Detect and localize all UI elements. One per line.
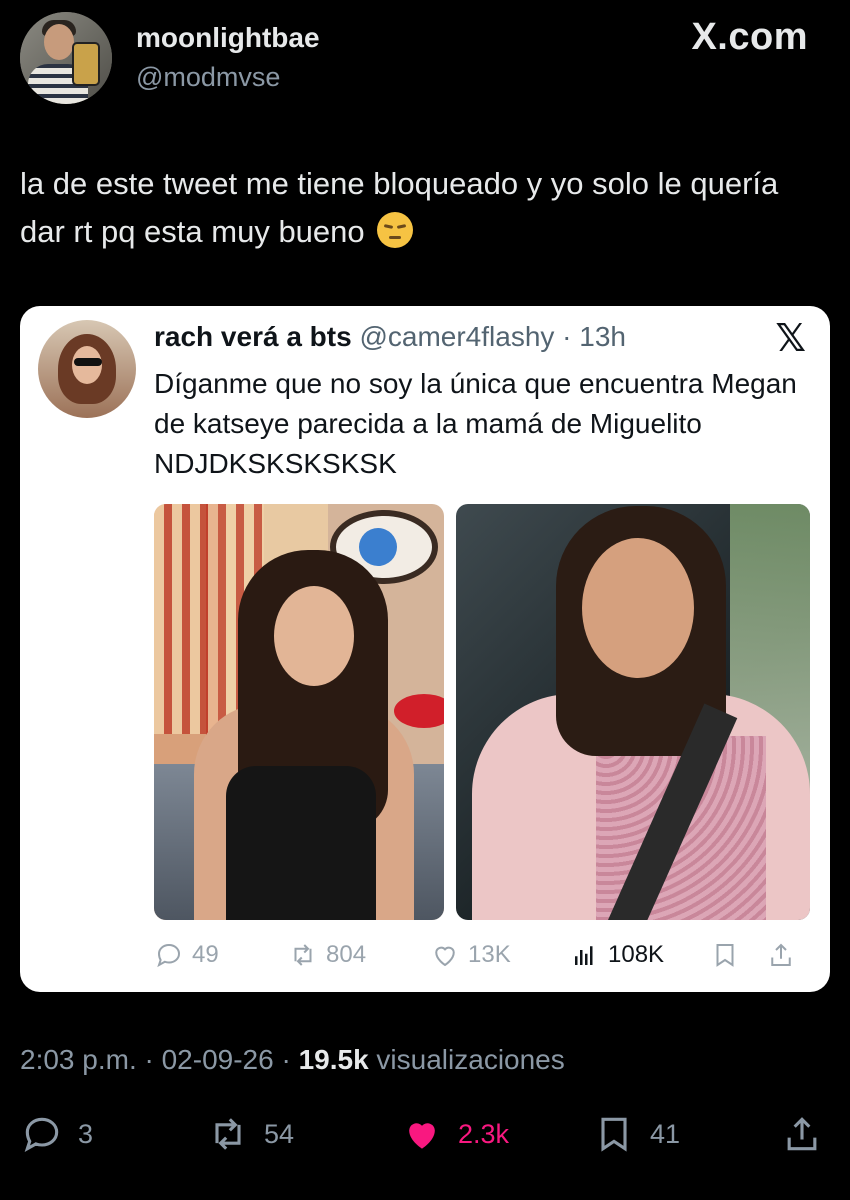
like-button[interactable]: 2.3k bbox=[400, 1112, 509, 1156]
share-button[interactable] bbox=[780, 1112, 824, 1156]
quoted-image-left[interactable] bbox=[154, 504, 444, 920]
quoted-repost-button[interactable]: 804 bbox=[288, 940, 366, 970]
tweet-text: la de este tweet me tiene bloqueado y yo… bbox=[20, 160, 820, 256]
author-avatar[interactable] bbox=[20, 12, 112, 104]
view-label: visualizaciones bbox=[368, 1044, 565, 1075]
repost-icon bbox=[215, 1118, 241, 1150]
quoted-reply-count: 49 bbox=[192, 941, 219, 968]
tweet-meta: 2:03 p.m. · 02-09-26 · 19.5k visualizaci… bbox=[20, 1044, 565, 1076]
quoted-author-name[interactable]: rach verá a bts bbox=[154, 321, 352, 352]
heart-icon bbox=[435, 946, 455, 967]
share-icon bbox=[771, 943, 791, 966]
quoted-image-right[interactable] bbox=[456, 504, 810, 920]
bookmark-icon bbox=[716, 944, 734, 967]
repost-count: 54 bbox=[264, 1118, 295, 1149]
quoted-like-button[interactable]: 13K bbox=[430, 940, 511, 970]
views-icon bbox=[575, 946, 593, 965]
quoted-text: Díganme que no soy la única que encuentr… bbox=[154, 368, 797, 479]
quoted-bookmark-button[interactable] bbox=[710, 940, 740, 970]
quoted-views[interactable]: 108K bbox=[570, 940, 664, 970]
bookmark-icon bbox=[601, 1117, 627, 1152]
quoted-tweet-card[interactable]: rach verá a bts @camer4flashy · 13h 𝕏 Dí… bbox=[20, 306, 830, 992]
author-name[interactable]: moonlightbae bbox=[136, 22, 320, 54]
quoted-header: rach verá a bts @camer4flashy · 13h bbox=[154, 320, 626, 354]
bookmark-button[interactable]: 41 bbox=[592, 1112, 680, 1156]
like-count: 2.3k bbox=[458, 1118, 510, 1149]
author-handle[interactable]: @modmvse bbox=[136, 62, 280, 93]
bookmark-count: 41 bbox=[650, 1118, 681, 1149]
quoted-author-avatar[interactable] bbox=[38, 320, 136, 418]
quoted-reply-button[interactable]: 49 bbox=[154, 940, 219, 970]
reply-icon bbox=[157, 943, 181, 968]
tweet-action-bar: 3 54 2.3k 41 bbox=[20, 1112, 830, 1160]
view-count[interactable]: 19.5k bbox=[299, 1044, 369, 1075]
reply-icon bbox=[24, 1117, 59, 1152]
tweet-time: 2:03 p.m. · 02-09-26 · bbox=[20, 1044, 299, 1075]
heart-filled-icon bbox=[409, 1123, 435, 1149]
quoted-like-count: 13K bbox=[468, 941, 511, 968]
quoted-action-bar: 49 804 13K 108K bbox=[154, 940, 814, 976]
reply-count: 3 bbox=[78, 1118, 94, 1149]
pensive-face-icon bbox=[377, 212, 414, 248]
reply-button[interactable]: 3 bbox=[20, 1112, 93, 1156]
repost-button[interactable]: 54 bbox=[206, 1112, 294, 1156]
brand-logo: X.com bbox=[691, 16, 808, 58]
quoted-share-button[interactable] bbox=[766, 940, 796, 970]
quoted-views-count: 108K bbox=[608, 941, 665, 968]
quoted-author-meta: @camer4flashy · 13h bbox=[359, 321, 626, 352]
repost-icon bbox=[294, 944, 312, 966]
quoted-repost-count: 804 bbox=[326, 941, 367, 968]
x-logo-icon: 𝕏 bbox=[775, 318, 806, 360]
share-icon bbox=[787, 1117, 817, 1151]
